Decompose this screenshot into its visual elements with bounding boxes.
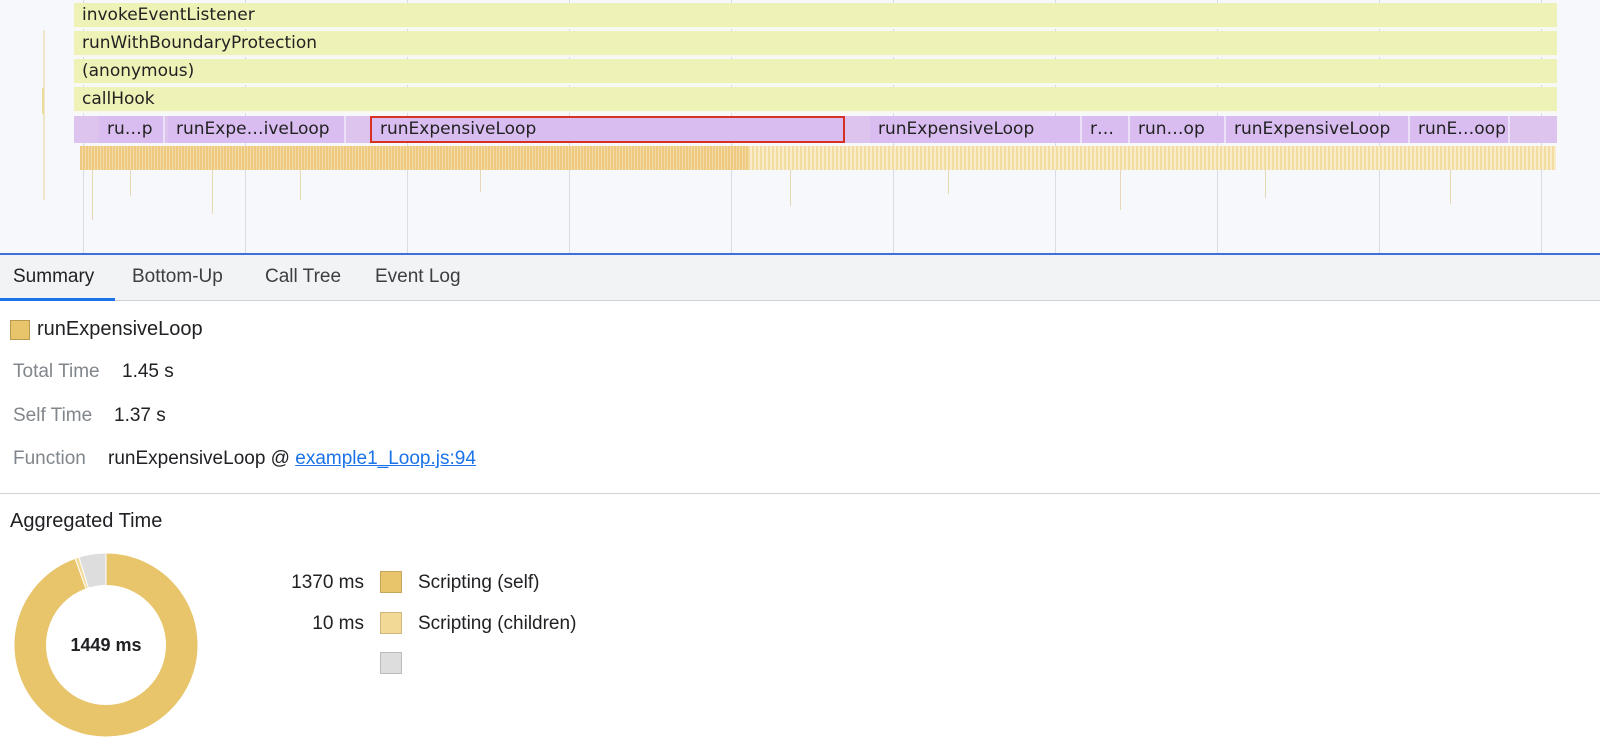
function-label: Function [13,448,86,469]
legend-label-scripting-children: Scripting (children) [418,613,577,634]
flame-sliver [130,170,131,196]
section-divider [0,493,1600,494]
flame-sliver [480,170,481,192]
flame-frame-invoke-event-listener[interactable]: invokeEventListener [74,3,1557,29]
flame-sliver [43,30,45,200]
function-source-link[interactable]: example1_Loop.js:94 [295,448,476,469]
total-time-label: Total Time [13,361,100,382]
flame-sliver [1450,170,1451,204]
flame-frame-call[interactable]: r… [1082,116,1130,143]
flame-frame-call[interactable]: runExpensiveLoop [870,116,1082,143]
legend-value-scripting-self: 1370 ms [291,572,364,593]
function-value: runExpensiveLoop @ example1_Loop.js:94 [108,448,476,470]
flame-frame-call-hook[interactable]: callHook [74,87,1557,113]
flame-sliver [1265,170,1266,198]
aggregated-time-heading: Aggregated Time [10,510,163,532]
flame-chart[interactable]: invokeEventListener runWithBoundaryProte… [0,0,1600,255]
flame-frame-call[interactable]: ru…p [99,116,165,143]
flame-frame-call[interactable]: runExpensiveLoop [1226,116,1410,143]
flame-sliver [790,170,791,206]
aggregated-time-donut: 1449 ms [14,553,198,737]
legend-swatch-other [380,652,402,674]
total-time-value: 1.45 s [122,361,174,382]
flame-leaf-row-dense [80,146,748,170]
flame-frame-run-with-boundary-protection[interactable]: runWithBoundaryProtection [74,31,1557,57]
flame-sliver [1120,170,1121,210]
flame-frame-anonymous[interactable]: (anonymous) [74,59,1557,85]
self-time-label: Self Time [13,405,93,426]
flame-sliver [92,170,93,220]
flame-sliver [42,88,44,114]
active-tab-indicator [0,298,115,301]
flame-frame-selected[interactable]: runExpensiveLoop [370,116,845,143]
legend-label-scripting-self: Scripting (self) [418,572,540,593]
summary-title: runExpensiveLoop [37,318,203,340]
function-name: runExpensiveLoop @ [108,448,290,469]
flame-frame-call[interactable]: run…op [1130,116,1226,143]
donut-total-label: 1449 ms [70,635,141,655]
category-color-swatch [10,320,30,340]
flame-sliver [948,170,949,194]
legend-swatch-scripting-self [380,571,402,593]
tab-call-tree[interactable]: Call Tree [265,255,341,301]
flame-sliver [212,170,213,214]
tab-event-log[interactable]: Event Log [375,255,461,301]
tab-summary[interactable]: Summary [13,255,94,301]
flame-sliver [300,170,301,200]
self-time-value: 1.37 s [114,405,166,426]
legend-swatch-scripting-children [380,612,402,634]
tab-bottom-up[interactable]: Bottom-Up [132,255,223,301]
flame-frame-call[interactable]: runExpe…iveLoop [168,116,346,143]
legend-value-scripting-children: 10 ms [312,613,364,634]
details-tab-bar: Summary Bottom-Up Call Tree Event Log [0,255,1600,301]
flame-frame-call[interactable]: runE…oop [1410,116,1510,143]
